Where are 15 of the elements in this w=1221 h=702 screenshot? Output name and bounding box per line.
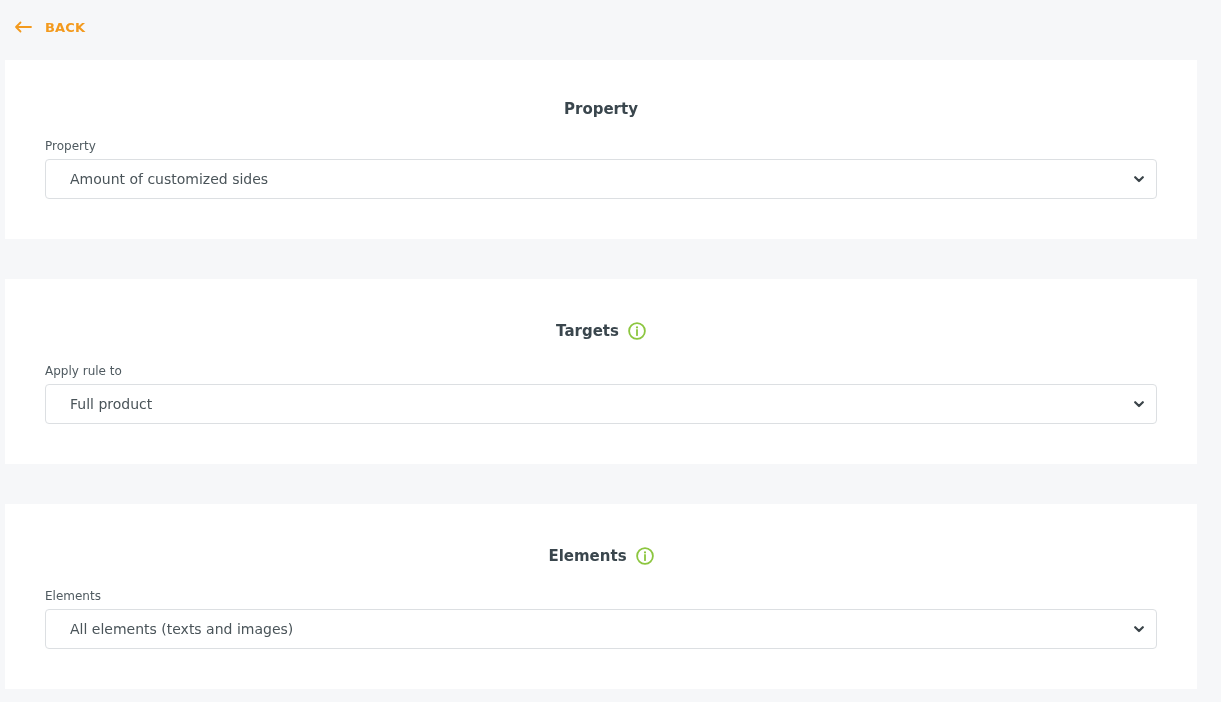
section-title: Elements	[548, 546, 627, 567]
field-label: Property	[45, 138, 96, 154]
field-label: Elements	[45, 588, 101, 604]
section-title: Property	[564, 99, 638, 120]
chevron-down-icon	[1134, 625, 1144, 633]
dropdown-select[interactable]: Amount of customized sides	[45, 159, 1157, 199]
dropdown-select[interactable]: Full product	[45, 384, 1157, 424]
chevron-down-icon	[1134, 400, 1144, 408]
dropdown-select[interactable]: All elements (texts and images)	[45, 609, 1157, 649]
info-icon[interactable]	[627, 322, 646, 340]
section-title: Targets	[556, 321, 619, 342]
field-label: Apply rule to	[45, 363, 122, 379]
info-icon[interactable]	[635, 547, 654, 565]
chevron-down-icon	[1134, 175, 1144, 183]
arrow-left-icon	[14, 21, 32, 33]
